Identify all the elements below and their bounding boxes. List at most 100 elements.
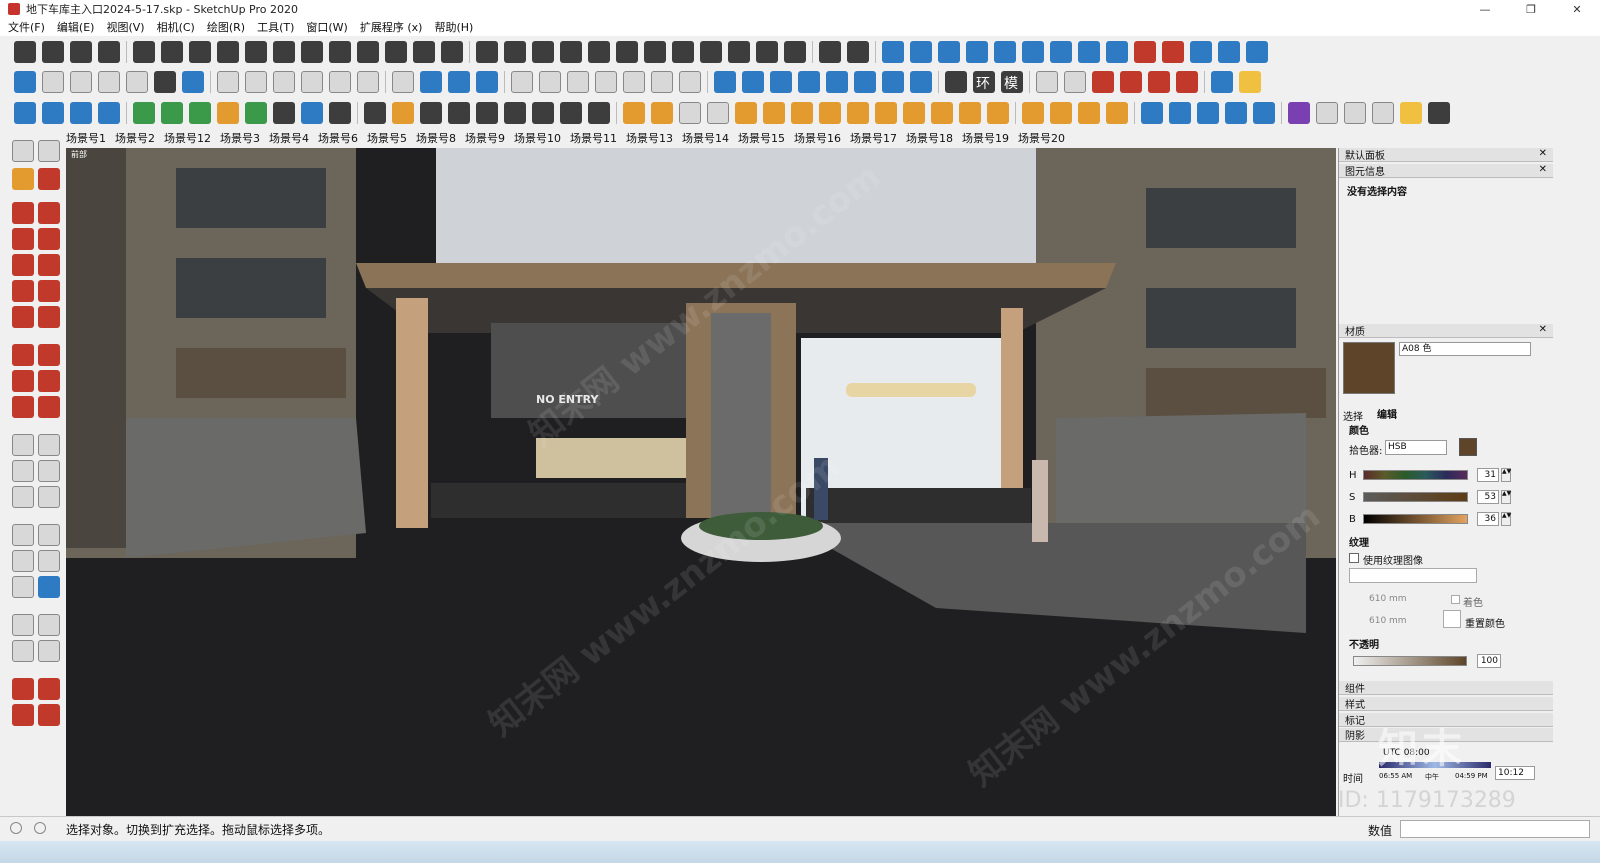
- scale-tool-icon[interactable]: [12, 396, 34, 418]
- scene-tab[interactable]: 场景号18: [906, 130, 953, 146]
- scene-tab[interactable]: 场景号15: [738, 130, 785, 146]
- polygon-tool-icon[interactable]: [38, 254, 60, 276]
- menu-draw[interactable]: 绘图(R): [207, 19, 245, 35]
- steps-tool-icon[interactable]: [98, 41, 120, 63]
- camera-lens-icon[interactable]: [70, 102, 92, 124]
- component-light-icon[interactable]: [189, 102, 211, 124]
- sandbox-icon[interactable]: [714, 71, 736, 93]
- component-check-icon[interactable]: [273, 102, 295, 124]
- solid-trim-icon[interactable]: [763, 102, 785, 124]
- doc-replace-icon[interactable]: [1148, 71, 1170, 93]
- picker-select[interactable]: HSB: [1385, 440, 1447, 455]
- components-header[interactable]: 组件: [1339, 681, 1553, 695]
- eraser-tool-icon[interactable]: [38, 168, 60, 190]
- mo-button-icon[interactable]: 模: [1001, 71, 1023, 93]
- wall-tool-icon[interactable]: [42, 41, 64, 63]
- bounding-box-icon[interactable]: [798, 71, 820, 93]
- swirl-icon[interactable]: [903, 102, 925, 124]
- door-tool-icon[interactable]: [728, 41, 750, 63]
- hidden-line-icon[interactable]: [98, 71, 120, 93]
- maximize-button[interactable]: ❐: [1508, 3, 1554, 16]
- pan-hand-icon[interactable]: [38, 524, 60, 546]
- cloud-link-icon[interactable]: [882, 41, 904, 63]
- box-cut-icon[interactable]: [413, 41, 435, 63]
- cloud-sync-icon[interactable]: [966, 41, 988, 63]
- box-open-icon[interactable]: [1022, 102, 1044, 124]
- doc-icon[interactable]: [1036, 71, 1058, 93]
- sun-icon[interactable]: [847, 102, 869, 124]
- section-plane-tool-icon[interactable]: [38, 640, 60, 662]
- line-array-icon[interactable]: [161, 41, 183, 63]
- frame-tool-icon[interactable]: [994, 41, 1016, 63]
- help-icon[interactable]: [1218, 41, 1240, 63]
- menu-extensions[interactable]: 扩展程序 (x): [360, 19, 423, 35]
- scene-tab[interactable]: 场景号9: [465, 130, 505, 146]
- light-bulb-icon[interactable]: [1428, 102, 1450, 124]
- scene-tab[interactable]: 场景号19: [962, 130, 1009, 146]
- model-badge-icon[interactable]: [819, 41, 841, 63]
- iso-view-icon[interactable]: [217, 71, 239, 93]
- left-view-icon[interactable]: [357, 71, 379, 93]
- node-tool-icon[interactable]: [329, 41, 351, 63]
- axes-tool-icon[interactable]: [12, 486, 34, 508]
- orange-shape-icon[interactable]: [623, 102, 645, 124]
- camera-frame-icon[interactable]: [42, 102, 64, 124]
- doc-delete-icon[interactable]: [1176, 71, 1198, 93]
- opacity-slider[interactable]: [1353, 656, 1467, 666]
- plant-tool-icon[interactable]: [217, 41, 239, 63]
- rectangle-tool-icon[interactable]: [12, 228, 34, 250]
- top-view-icon[interactable]: [245, 71, 267, 93]
- expand-frame-icon[interactable]: [882, 71, 904, 93]
- extension-gear-icon[interactable]: [1246, 41, 1268, 63]
- instructor-info-icon[interactable]: [34, 822, 46, 834]
- dome-tool-icon[interactable]: [476, 41, 498, 63]
- scene-tab[interactable]: 场景号3: [220, 130, 260, 146]
- scene-tab[interactable]: 场景号14: [682, 130, 729, 146]
- share-model-icon[interactable]: [38, 678, 60, 700]
- rotated-rect-icon[interactable]: [595, 71, 617, 93]
- brightness-value-field[interactable]: 36: [1477, 512, 1499, 526]
- cloud-search-icon[interactable]: [910, 41, 932, 63]
- brightness-spinner[interactable]: ▲▼: [1501, 512, 1511, 526]
- group-copy-icon[interactable]: [301, 102, 323, 124]
- circle-icon[interactable]: [651, 71, 673, 93]
- move-tool-icon[interactable]: [12, 344, 34, 366]
- cloud-icon[interactable]: [448, 102, 470, 124]
- follow-me-icon[interactable]: [38, 370, 60, 392]
- monochrome-icon[interactable]: [182, 71, 204, 93]
- pear-icon[interactable]: [987, 102, 1009, 124]
- brand-m-icon[interactable]: [1225, 102, 1247, 124]
- move-cross-icon[interactable]: [1197, 102, 1219, 124]
- rotate-tool-icon[interactable]: [12, 370, 34, 392]
- section-cut-icon[interactable]: [476, 71, 498, 93]
- doc-export-icon[interactable]: [1092, 71, 1114, 93]
- back-view-icon[interactable]: [329, 71, 351, 93]
- ruby-gem-icon[interactable]: [38, 704, 60, 726]
- geo-location-icon[interactable]: [10, 822, 22, 834]
- menu-camera[interactable]: 相机(C): [157, 19, 195, 35]
- solid-subtract-icon[interactable]: [707, 102, 729, 124]
- extension-warehouse-icon[interactable]: [12, 704, 34, 726]
- scan-badge-icon[interactable]: [847, 41, 869, 63]
- grid-table-icon[interactable]: [945, 71, 967, 93]
- package-icon[interactable]: [1239, 71, 1261, 93]
- scene-tab[interactable]: 场景号17: [850, 130, 897, 146]
- brush-tool-icon[interactable]: [588, 41, 610, 63]
- styles-header[interactable]: 样式: [1339, 697, 1553, 711]
- eraser-icon[interactable]: [511, 71, 533, 93]
- scene-tab[interactable]: 场景号16: [794, 130, 841, 146]
- target-icon[interactable]: [1316, 102, 1338, 124]
- stairs-tool-icon[interactable]: [14, 41, 36, 63]
- globe-icon[interactable]: [931, 102, 953, 124]
- three-point-arc-icon[interactable]: [12, 306, 34, 328]
- sliders-icon[interactable]: [875, 102, 897, 124]
- hue-spinner[interactable]: ▲▼: [1501, 468, 1511, 482]
- rectangle-icon[interactable]: [567, 71, 589, 93]
- tape-measure-icon[interactable]: [12, 434, 34, 456]
- line-icon[interactable]: [539, 71, 561, 93]
- component-yellow-icon[interactable]: [161, 102, 183, 124]
- shaded-icon[interactable]: [126, 71, 148, 93]
- menu-view[interactable]: 视图(V): [106, 19, 144, 35]
- upload-plane-icon[interactable]: [770, 71, 792, 93]
- walk-icon[interactable]: [12, 640, 34, 662]
